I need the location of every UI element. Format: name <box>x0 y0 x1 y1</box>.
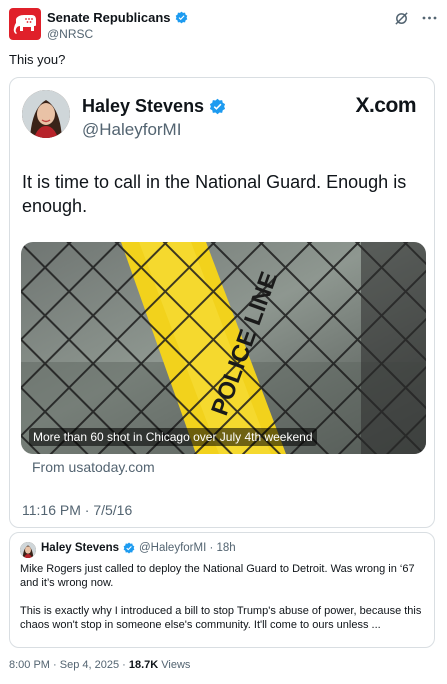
quoted-author-name[interactable]: Haley Stevens <box>41 542 119 554</box>
header-actions <box>393 10 437 26</box>
author-name-text[interactable]: Senate Republicans <box>47 10 171 25</box>
media-caption: More than 60 shot in Chicago over July 4… <box>29 428 317 446</box>
views-label: Views <box>158 659 191 671</box>
embedded-avatar <box>22 90 70 138</box>
embedded-author-name: Haley Stevens <box>82 96 226 117</box>
post-text: This you? <box>9 52 66 67</box>
quoted-header: Haley Stevens @HaleyforMI · 18h <box>41 542 236 554</box>
verified-badge-icon <box>175 11 187 24</box>
embedded-photo: POLICE LINE More than 60 shot in Chicago… <box>21 242 426 454</box>
embedded-screenshot-image[interactable]: Haley Stevens @HaleyforMI X.com It is ti… <box>9 77 435 528</box>
quoted-post[interactable]: Haley Stevens @HaleyforMI · 18h Mike Rog… <box>9 532 435 648</box>
quoted-avatar <box>20 542 36 558</box>
police-tape-photo: POLICE LINE <box>21 242 426 454</box>
nrsc-avatar[interactable] <box>9 8 41 40</box>
more-icon[interactable] <box>421 10 437 26</box>
post-meta: 8:00 PM · Sep 4, 2025 · 18.7K Views <box>9 659 190 671</box>
author-handle[interactable]: @NRSC <box>47 27 93 41</box>
x-logo: X.com <box>355 94 416 117</box>
link-source: From usatoday.com <box>32 459 155 475</box>
embedded-timestamp: 11:16 PM · 7/5/16 <box>22 502 133 518</box>
quoted-paragraph-2: This is exactly why I introduced a bill … <box>20 605 422 631</box>
author-name[interactable]: Senate Republicans <box>47 10 188 25</box>
views-count: 18.7K <box>128 659 159 671</box>
quoted-text: Mike Rogers just called to deploy the Na… <box>20 562 428 646</box>
verified-badge-icon <box>123 542 135 554</box>
post-header: Senate Republicans @NRSC <box>9 8 439 48</box>
embedded-tweet-text: It is time to call in the National Guard… <box>22 172 407 216</box>
quoted-handle-time[interactable]: @HaleyforMI · 18h <box>139 542 236 554</box>
quoted-paragraph-1: Mike Rogers just called to deploy the Na… <box>20 563 415 589</box>
post-timestamp[interactable]: 8:00 PM · Sep 4, 2025 · <box>9 659 129 671</box>
grok-icon[interactable] <box>393 10 409 26</box>
elephant-logo-icon <box>13 15 36 34</box>
verified-badge-icon <box>210 98 226 115</box>
embedded-author-handle: @HaleyforMI <box>82 120 182 139</box>
embedded-author-name-text: Haley Stevens <box>82 96 205 116</box>
